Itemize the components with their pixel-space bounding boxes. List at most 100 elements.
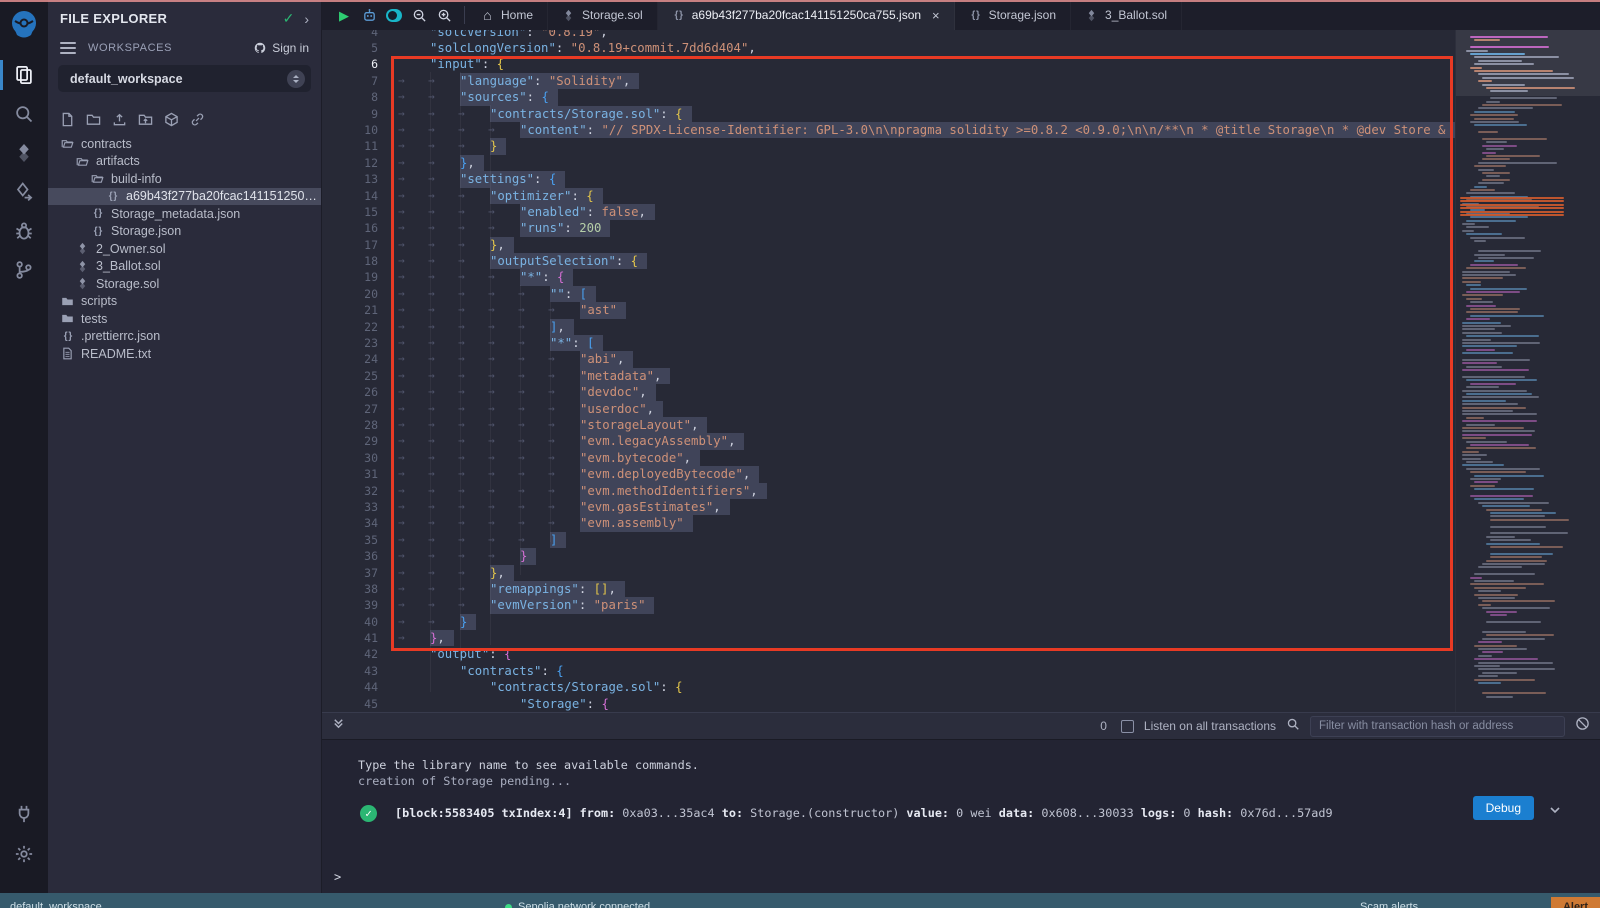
tree-item-contracts[interactable]: contracts [48, 135, 321, 153]
minimap[interactable] [1455, 30, 1600, 712]
code-line-26[interactable]: 26→→→→→→"devdoc", [322, 384, 1455, 400]
transaction-row[interactable]: ✓ [block:5583405 txIndex:4] from: 0xa03.… [360, 800, 1570, 826]
code-line-15[interactable]: 15→→→→"enabled": false, [322, 204, 1455, 220]
code-line-11[interactable]: 11→→→} [322, 138, 1455, 154]
code-line-25[interactable]: 25→→→→→→"metadata", [322, 368, 1455, 384]
rail-deploy-run-icon[interactable] [0, 173, 48, 211]
remix-logo-icon[interactable] [7, 8, 41, 42]
code-line-32[interactable]: 32→→→→→→"evm.methodIdentifiers", [322, 483, 1455, 499]
code-line-9[interactable]: 9→→→"contracts/Storage.sol": { [322, 106, 1455, 122]
play-icon[interactable]: ▶ [336, 7, 352, 23]
code-line-16[interactable]: 16→→→→"runs": 200 [322, 220, 1455, 236]
rail-settings-icon[interactable] [0, 835, 48, 873]
scam-alert-badge[interactable]: Alert [1551, 897, 1600, 908]
code-line-23[interactable]: 23→→→→→"*": [ [322, 335, 1455, 351]
code-line-28[interactable]: 28→→→→→→"storageLayout", [322, 417, 1455, 433]
code-line-43[interactable]: 43"contracts": { [322, 663, 1455, 679]
toggle-icon[interactable] [386, 7, 402, 23]
code-line-22[interactable]: 22→→→→→], [322, 319, 1455, 335]
statusbar-right[interactable]: Scam alerts [1360, 901, 1418, 908]
chevron-right-icon[interactable]: › [304, 11, 309, 27]
tree-item-storage-metadata-json[interactable]: { }Storage_metadata.json [48, 205, 321, 223]
upload-folder-icon[interactable] [138, 112, 153, 127]
rail-git-icon[interactable] [0, 251, 48, 289]
workspace-select[interactable]: default_workspace [58, 65, 311, 92]
zoom-out-icon[interactable] [411, 7, 427, 23]
new-file-icon[interactable] [60, 112, 75, 127]
code-line-38[interactable]: 38→→→"remappings": [], [322, 581, 1455, 597]
code-line-45[interactable]: 45"Storage": { [322, 696, 1455, 712]
workspace-updown-icon[interactable] [287, 70, 305, 88]
code-line-7[interactable]: 7→→"language": "Solidity", [322, 73, 1455, 89]
code-line-6[interactable]: 6"input": { [322, 56, 1455, 72]
code-line-10[interactable]: 10→→→→"content": "// SPDX-License-Identi… [322, 122, 1455, 138]
tree-item-storage-json[interactable]: { }Storage.json [48, 223, 321, 241]
upload-file-icon[interactable] [112, 112, 127, 127]
rail-solidity-compiler-icon[interactable] [0, 134, 48, 172]
tree-item--prettierrc-json[interactable]: { }.prettierrc.json [48, 328, 321, 346]
link-remote-icon[interactable] [190, 112, 205, 127]
code-line-35[interactable]: 35→→→→→] [322, 532, 1455, 548]
rail-debugger-icon[interactable] [0, 212, 48, 250]
load-box-icon[interactable] [164, 112, 179, 127]
code-line-33[interactable]: 33→→→→→→"evm.gasEstimates", [322, 499, 1455, 515]
tx-expand-icon[interactable] [1548, 802, 1562, 821]
tab-storage-sol[interactable]: Storage.sol [548, 0, 658, 30]
listen-checkbox[interactable] [1121, 720, 1134, 733]
clear-console-icon[interactable] [1575, 716, 1590, 736]
code-line-4[interactable]: 4"solcVersion": "0.8.19", [322, 30, 1455, 40]
code-line-13[interactable]: 13→→"settings": { [322, 171, 1455, 187]
tree-item-2-owner-sol[interactable]: 2_Owner.sol [48, 240, 321, 258]
code-line-36[interactable]: 36→→→→} [322, 548, 1455, 564]
github-sign-in[interactable]: Sign in [253, 41, 309, 55]
code-line-14[interactable]: 14→→→"optimizer": { [322, 188, 1455, 204]
code-line-21[interactable]: 21→→→→→→"ast" [322, 302, 1455, 318]
debug-button[interactable]: Debug [1473, 796, 1534, 820]
code-line-20[interactable]: 20→→→→→"": [ [322, 286, 1455, 302]
code-line-34[interactable]: 34→→→→→→"evm.assembly" [322, 515, 1455, 531]
tab-storage-json[interactable]: { }Storage.json [955, 0, 1071, 30]
code-line-44[interactable]: 44"contracts/Storage.sol": { [322, 679, 1455, 695]
terminal-prompt[interactable]: > [334, 870, 341, 884]
tree-item-3-ballot-sol[interactable]: 3_Ballot.sol [48, 258, 321, 276]
code-line-24[interactable]: 24→→→→→→"abi", [322, 351, 1455, 367]
code-line-5[interactable]: 5"solcLongVersion": "0.8.19+commit.7dd6d… [322, 40, 1455, 56]
code-line-30[interactable]: 30→→→→→→"evm.bytecode", [322, 450, 1455, 466]
tree-item-tests[interactable]: tests [48, 310, 321, 328]
code-line-29[interactable]: 29→→→→→→"evm.legacyAssembly", [322, 433, 1455, 449]
code-line-41[interactable]: 41→}, [322, 630, 1455, 646]
close-tab-icon[interactable]: × [932, 8, 940, 23]
code-line-17[interactable]: 17→→→}, [322, 237, 1455, 253]
tree-item-build-info[interactable]: build-info [48, 170, 321, 188]
new-folder-icon[interactable] [86, 112, 101, 127]
code-line-31[interactable]: 31→→→→→→"evm.deployedBytecode", [322, 466, 1455, 482]
code-editor[interactable]: 4"solcVersion": "0.8.19",5"solcLongVersi… [322, 30, 1455, 712]
listen-label[interactable]: Listen on all transactions [1144, 719, 1276, 733]
workspaces-menu-icon[interactable] [60, 42, 76, 54]
code-line-42[interactable]: 42"output": { [322, 646, 1455, 662]
tree-item-a69b43f277ba20fcac141151250ca7-[interactable]: { }a69b43f277ba20fcac141151250ca7... [48, 188, 321, 206]
tree-item-storage-sol[interactable]: Storage.sol [48, 275, 321, 293]
code-line-27[interactable]: 27→→→→→→"userdoc", [322, 401, 1455, 417]
filter-input[interactable] [1310, 716, 1565, 737]
zoom-in-icon[interactable] [436, 7, 452, 23]
tree-item-readme-txt[interactable]: README.txt [48, 345, 321, 363]
code-line-8[interactable]: 8→→"sources": { [322, 89, 1455, 105]
tab-home[interactable]: ⌂Home [467, 0, 548, 30]
code-line-37[interactable]: 37→→→}, [322, 565, 1455, 581]
statusbar-workspace[interactable]: default_workspace [10, 901, 102, 908]
tab-a69b43f277ba20fcac141151250ca755-json[interactable]: { }a69b43f277ba20fcac141151250ca755.json… [658, 0, 955, 30]
rail-file-explorer-icon[interactable] [0, 56, 48, 94]
tree-item-scripts[interactable]: scripts [48, 293, 321, 311]
code-line-39[interactable]: 39→→→"evmVersion": "paris" [322, 597, 1455, 613]
tab-3-ballot-sol[interactable]: 3_Ballot.sol [1071, 0, 1182, 30]
code-line-18[interactable]: 18→→→"outputSelection": { [322, 253, 1455, 269]
terminal-expand-icon[interactable] [332, 717, 345, 735]
code-line-40[interactable]: 40→→} [322, 614, 1455, 630]
rail-search-icon[interactable] [0, 95, 48, 133]
code-line-19[interactable]: 19→→→→"*": { [322, 269, 1455, 285]
code-line-12[interactable]: 12→→}, [322, 155, 1455, 171]
rail-plugin-manager-icon[interactable] [0, 795, 48, 833]
tree-item-artifacts[interactable]: artifacts [48, 153, 321, 171]
robot-icon[interactable] [361, 7, 377, 23]
